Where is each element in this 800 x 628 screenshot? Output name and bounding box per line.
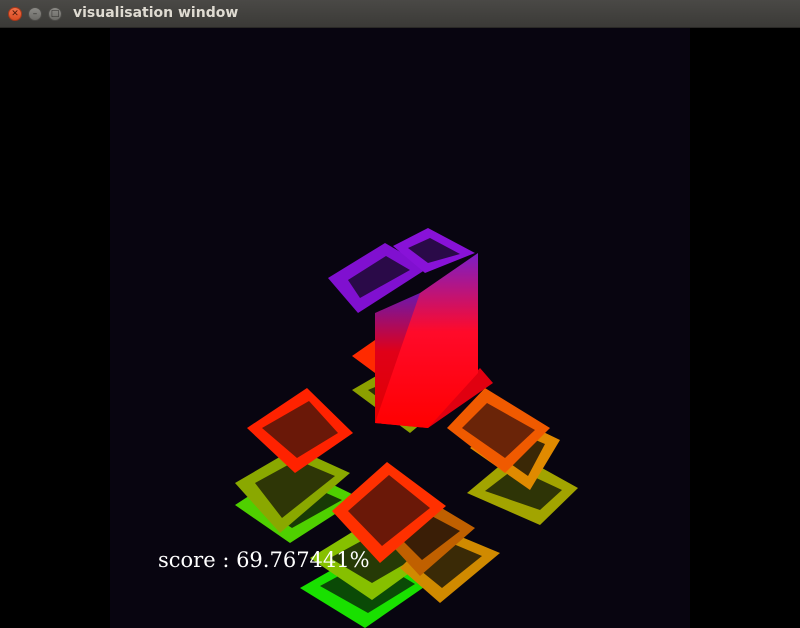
minimize-button[interactable]: – bbox=[28, 7, 42, 21]
close-button[interactable]: ✕ bbox=[8, 7, 22, 21]
score-label: score : 69.767441% bbox=[158, 548, 370, 572]
scene-viewport[interactable]: score : 69.767441% bbox=[110, 28, 690, 628]
minimize-icon: – bbox=[32, 8, 38, 19]
render-canvas[interactable]: score : 69.767441% bbox=[0, 28, 800, 628]
maximize-icon: □ bbox=[50, 8, 60, 19]
close-icon: ✕ bbox=[11, 8, 19, 19]
window-title: visualisation window bbox=[73, 5, 239, 21]
scene-graphics bbox=[235, 228, 578, 628]
title-bar[interactable]: ✕ – □ visualisation window bbox=[0, 0, 800, 28]
tile-red-left bbox=[247, 388, 353, 473]
maximize-button[interactable]: □ bbox=[48, 7, 62, 21]
